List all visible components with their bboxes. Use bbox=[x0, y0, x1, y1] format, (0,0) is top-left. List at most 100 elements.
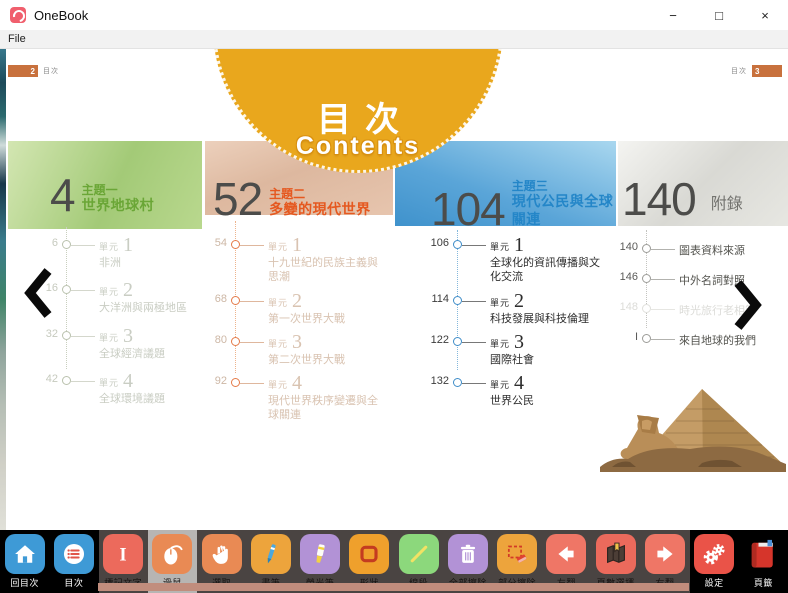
toc-entry[interactable]: 68 單元 2 第一次世界大戰 bbox=[205, 289, 393, 326]
shape-icon bbox=[349, 534, 390, 574]
unit-number: 3 bbox=[123, 324, 134, 347]
entry-text: 單元 1 十九世紀的民族主義與思潮 bbox=[268, 235, 386, 285]
toc-entry[interactable]: 106 單元 1 全球化的資訊傳播與文化交流 bbox=[395, 235, 616, 285]
section-theme: 主題三 bbox=[511, 179, 548, 193]
unit-label: 單元 bbox=[490, 242, 511, 252]
unit-title: 非洲 bbox=[99, 257, 121, 269]
unit-title: 世界公民 bbox=[490, 395, 534, 408]
entry-marker-dot bbox=[231, 295, 240, 305]
arrow-right-icon bbox=[644, 534, 685, 574]
entry-marker-dot bbox=[642, 334, 651, 343]
entry-page-number: 42 bbox=[45, 372, 58, 385]
bottom-toolbar: 回目次目次I標記文字滑鼠選取畫筆螢光筆形狀線段全部擦除部分擦除左翻頁數選擇右翻設… bbox=[0, 530, 788, 593]
section-items: 54 單元 1 十九世紀的民族主義與思潮 68 單元 2 第一次世界大戰 80 單元 3 第二次世界大… bbox=[205, 235, 393, 431]
entry-marker-dot bbox=[62, 375, 71, 385]
entry-marker-dot bbox=[453, 295, 462, 305]
entry-leader-line bbox=[651, 309, 675, 310]
entry-text: 單元 1 全球化的資訊傳播與文化交流 bbox=[490, 235, 608, 285]
unit-title: 科技發展與科技倫理 bbox=[490, 312, 589, 325]
entry-page-number: 68 bbox=[214, 292, 227, 305]
entry-page-number: 132 bbox=[430, 375, 449, 388]
section-title: 附錄 bbox=[710, 196, 743, 214]
entry-leader-line bbox=[462, 245, 486, 246]
close-button[interactable]: × bbox=[742, 0, 788, 30]
section-header: 52 主題二 多變的現代世界 bbox=[213, 176, 371, 222]
entry-marker-dot bbox=[231, 378, 240, 388]
unit-label: 單元 bbox=[268, 242, 289, 252]
unit-label: 單元 bbox=[490, 380, 511, 391]
entry-marker-dot bbox=[62, 330, 71, 340]
unit-title: 大洋洲與兩極地區 bbox=[99, 302, 187, 315]
toc-entry[interactable]: 54 單元 1 十九世紀的民族主義與思潮 bbox=[205, 235, 393, 285]
previous-page-button[interactable] bbox=[22, 267, 52, 319]
entry-leader-line bbox=[71, 335, 95, 337]
page-number-left: 2 目次 bbox=[8, 65, 64, 77]
toolbar-accent-strip bbox=[98, 583, 689, 591]
toc-entry[interactable]: 42 單元 4 全球環境議題 bbox=[8, 369, 202, 406]
entry-text: 單元 2 科技發展與科技倫理 bbox=[490, 289, 589, 326]
entry-page-number: 92 bbox=[214, 375, 227, 388]
toolbar-label: 設定 bbox=[704, 578, 724, 588]
entry-leader-line bbox=[240, 245, 264, 246]
toc-section-2: 52 主題二 多變的現代世界 54 單元 1 十九世紀的民族主義與思潮 68 單元 2 第一次世界大… bbox=[205, 141, 393, 481]
entry-leader-line bbox=[71, 290, 95, 292]
entry-marker-dot bbox=[231, 240, 240, 249]
section-start-page: 4 bbox=[50, 169, 76, 221]
toc-entry[interactable]: 122 單元 3 國際社會 bbox=[395, 332, 616, 367]
toc-entry[interactable]: I 來自地球的我們 bbox=[618, 331, 788, 348]
unit-label: 單元 bbox=[268, 297, 289, 308]
section-header: 4 主題一 世界地球村 bbox=[50, 169, 154, 221]
chevron-left-icon bbox=[24, 268, 52, 318]
unit-number: 2 bbox=[514, 289, 525, 312]
toolbar-label: 目次 bbox=[64, 578, 84, 588]
toc-entry[interactable]: 6 單元 1 非洲 bbox=[8, 234, 202, 270]
section-theme: 主題一 bbox=[81, 182, 118, 197]
toc-entry[interactable]: 80 單元 3 第二次世界大戰 bbox=[205, 332, 393, 367]
entry-text: 單元 4 全球環境議題 bbox=[99, 369, 165, 406]
entry-text: 單元 4 世界公民 bbox=[490, 373, 534, 408]
window-controls: − □ × bbox=[650, 0, 788, 30]
entry-page-number: I bbox=[634, 331, 638, 343]
toc-button[interactable]: 目次 bbox=[49, 530, 99, 593]
toc-entry[interactable]: 114 單元 2 科技發展與科技倫理 bbox=[395, 289, 616, 326]
unit-label: 單元 bbox=[99, 332, 120, 343]
entry-leader-line bbox=[651, 339, 675, 340]
entry-marker-dot bbox=[231, 336, 240, 346]
entry-marker-dot bbox=[453, 378, 462, 388]
app-title: OneBook bbox=[34, 7, 89, 23]
text-marker-icon: I bbox=[103, 534, 144, 574]
entry-leader-line bbox=[651, 249, 675, 250]
unit-title: 現代世界秩序變遷與全球關連 bbox=[268, 395, 378, 422]
unit-label: 單元 bbox=[268, 380, 289, 391]
section-theme: 主題二 bbox=[269, 186, 306, 201]
section-title: 多變的現代世界 bbox=[269, 200, 371, 217]
unit-label: 單元 bbox=[99, 287, 120, 298]
minimize-button[interactable]: − bbox=[650, 0, 696, 30]
mouse-icon bbox=[152, 534, 193, 574]
entry-page-number: 148 bbox=[619, 301, 638, 313]
next-page-button[interactable] bbox=[734, 279, 764, 331]
unit-label: 單元 bbox=[99, 377, 120, 388]
list-icon bbox=[53, 534, 94, 574]
unit-number: 2 bbox=[292, 289, 303, 312]
unit-number: 1 bbox=[123, 234, 134, 256]
entry-leader-line bbox=[651, 279, 675, 280]
settings-button[interactable]: 設定 bbox=[689, 530, 739, 593]
maximize-button[interactable]: □ bbox=[696, 0, 742, 30]
page-subtitle: Contents bbox=[295, 132, 421, 160]
toc-entry[interactable]: 32 單元 3 全球經濟議題 bbox=[8, 324, 202, 361]
entry-page-number: 114 bbox=[431, 292, 449, 305]
menu-file[interactable]: File bbox=[0, 33, 34, 45]
toc-entry[interactable]: 92 單元 4 現代世界秩序變遷與全球關連 bbox=[205, 373, 393, 423]
back-to-toc-button[interactable]: 回目次 bbox=[0, 530, 50, 593]
home-icon bbox=[4, 534, 45, 574]
entry-text: 單元 3 全球經濟議題 bbox=[99, 324, 165, 361]
unit-title: 全球經濟議題 bbox=[99, 347, 165, 360]
entry-leader-line bbox=[71, 245, 95, 246]
unit-number: 4 bbox=[123, 369, 134, 392]
toc-entry[interactable]: 140 圖表資料來源 bbox=[618, 241, 788, 258]
entry-text: 單元 2 第一次世界大戰 bbox=[268, 289, 345, 326]
bookmark-button[interactable]: 頁籤 bbox=[738, 530, 788, 593]
trash-icon bbox=[447, 534, 488, 574]
page-number-box: 3 bbox=[752, 65, 782, 77]
